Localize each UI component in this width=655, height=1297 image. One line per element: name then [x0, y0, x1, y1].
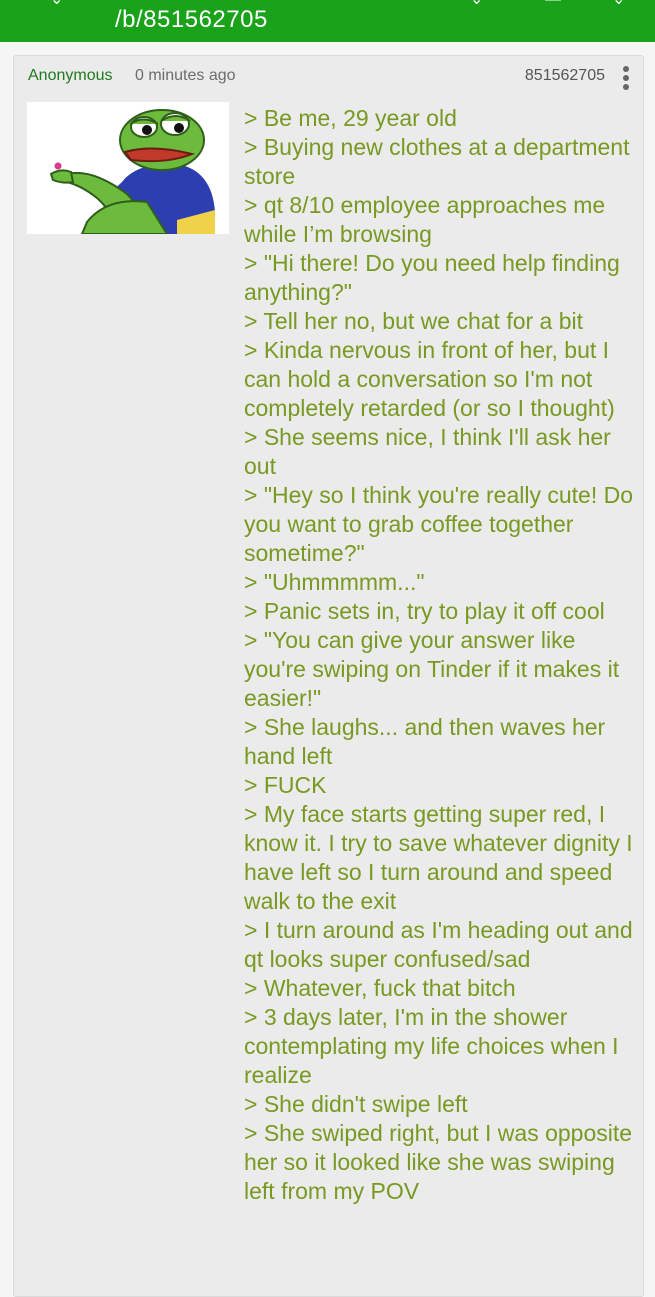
post-time: 0 minutes ago [135, 67, 236, 84]
post-thumbnail[interactable] [27, 102, 229, 236]
post-comment: > Be me, 29 year old > Buying new clothes… [244, 104, 639, 1206]
back-arrow-icon[interactable]: ⌄ [50, 0, 63, 8]
greentext-line: > Be me, 29 year old [244, 105, 457, 131]
greentext-line: > "Uhmmmmm..." [244, 569, 425, 595]
greentext-line: > Buying new clothes at a department sto… [244, 134, 630, 189]
greentext-line: > My face starts getting super red, I kn… [244, 801, 633, 914]
greentext-line: > She laughs... and then waves her hand … [244, 714, 606, 769]
greentext-line: > "You can give your answer like you're … [244, 627, 620, 711]
menu-icon[interactable]: ⌄ [612, 0, 625, 8]
greentext-line: > She seems nice, I think I'll ask her o… [244, 424, 611, 479]
greentext-line: > FUCK [244, 772, 327, 798]
greentext-line: > Kinda nervous in front of her, but I c… [244, 337, 615, 421]
greentext-line: > She didn't swipe left [244, 1091, 468, 1117]
refresh-icon[interactable]: ⌄ [470, 0, 483, 8]
greentext-line: > "Hi there! Do you need help finding an… [244, 250, 620, 305]
greentext-line: > I turn around as I'm heading out and q… [244, 917, 633, 972]
post-header: Anonymous 0 minutes ago 851562705 [14, 56, 643, 94]
thread-title: /b/851562705 [115, 6, 268, 33]
search-icon[interactable]: — [545, 0, 561, 8]
greentext-line: > Whatever, fuck that bitch [244, 975, 516, 1001]
greentext-line: > "Hey so I think you're really cute! Do… [244, 482, 634, 566]
app-bar: ⌄ ⌄ — ⌄ /b/851562705 [0, 0, 655, 42]
post-number[interactable]: 851562705 [525, 67, 605, 85]
greentext-line: > She swiped right, but I was opposite h… [244, 1120, 633, 1204]
pepe-frog-icon [27, 102, 229, 236]
greentext-line: > Panic sets in, try to play it off cool [244, 598, 605, 624]
poster-name: Anonymous [28, 67, 113, 84]
post: Anonymous 0 minutes ago 851562705 > Be m… [13, 55, 644, 1297]
greentext-line: > qt 8/10 employee approaches me while I… [244, 192, 606, 247]
greentext-line: > Tell her no, but we chat for a bit [244, 308, 584, 334]
overflow-menu-icon[interactable] [619, 66, 633, 94]
greentext-line: > 3 days later, I'm in the shower contem… [244, 1004, 619, 1088]
